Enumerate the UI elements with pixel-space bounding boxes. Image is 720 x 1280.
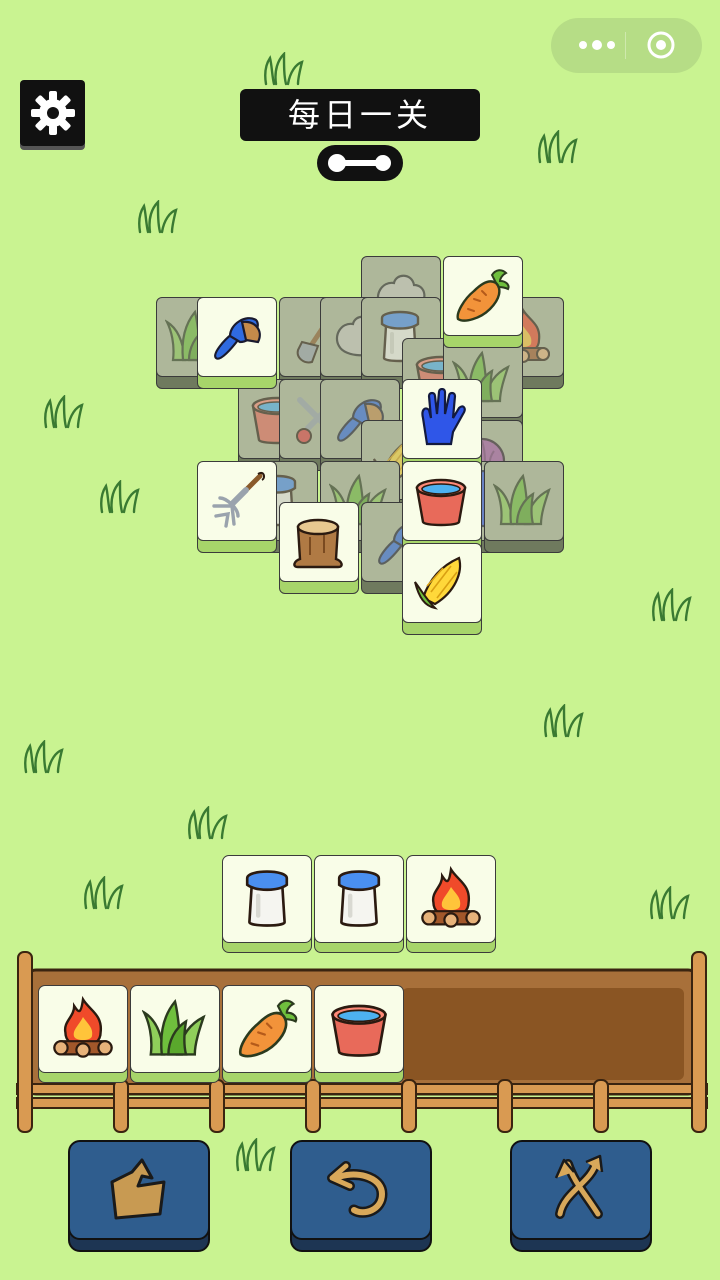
- staging-tile: [406, 855, 496, 953]
- carrot-icon: [234, 995, 300, 1061]
- target-circle-icon[interactable]: [646, 30, 676, 60]
- grass-decoration-icon: [134, 200, 188, 234]
- capsule-divider: [625, 32, 626, 59]
- grass-decoration-icon: [232, 1138, 286, 1172]
- page-title: 每日一关: [240, 89, 480, 141]
- carrot-icon: [452, 265, 512, 325]
- board-tile[interactable]: [402, 379, 482, 471]
- grass-icon: [493, 470, 553, 530]
- grass-decoration-icon: [540, 704, 594, 738]
- campfire-icon: [418, 865, 484, 931]
- tray-tile: [222, 985, 312, 1083]
- grass-decoration-icon: [20, 740, 74, 774]
- tray-tile: [314, 985, 404, 1083]
- settings-button[interactable]: [20, 80, 85, 146]
- board-tile[interactable]: [443, 256, 523, 348]
- brush-icon: [206, 306, 266, 366]
- grass-icon: [142, 995, 208, 1061]
- grass-decoration-icon: [96, 480, 150, 514]
- staging-tile: [222, 855, 312, 953]
- grass-decoration-icon: [646, 886, 700, 920]
- pitchfork-icon: [206, 470, 266, 530]
- miniprogram-capsule: [551, 18, 702, 73]
- board-tile[interactable]: [402, 461, 482, 553]
- water-bucket-icon: [326, 995, 392, 1061]
- shuffle-icon: [554, 1154, 604, 1219]
- glove-icon: [411, 388, 471, 448]
- grass-decoration-icon: [40, 395, 94, 429]
- shuffle-button[interactable]: [510, 1140, 652, 1252]
- grass-decoration-icon: [260, 52, 314, 86]
- tray-tile: [130, 985, 220, 1083]
- board-tile: [484, 461, 564, 553]
- tray-tile: [38, 985, 128, 1083]
- board-tile[interactable]: [197, 461, 277, 553]
- grass-decoration-icon: [80, 876, 134, 910]
- milk-jar-icon: [326, 865, 392, 931]
- grass-decoration-icon: [184, 806, 238, 840]
- board-tile[interactable]: [279, 502, 359, 594]
- undo-icon: [327, 1161, 388, 1218]
- undo-button[interactable]: [290, 1140, 432, 1252]
- more-dots-icon[interactable]: [573, 33, 621, 57]
- campfire-icon: [50, 995, 116, 1061]
- staging-tile: [314, 855, 404, 953]
- corn-icon: [411, 552, 471, 612]
- level-progress: [317, 145, 403, 181]
- move-out-button[interactable]: [68, 1140, 210, 1252]
- grass-decoration-icon: [648, 588, 702, 622]
- milk-jar-icon: [234, 865, 300, 931]
- tree-stump-icon: [288, 511, 348, 571]
- water-bucket-icon: [411, 470, 471, 530]
- tile-lift-icon: [110, 1158, 166, 1220]
- board-tile[interactable]: [197, 297, 277, 389]
- progress-bar-icon: [328, 154, 391, 172]
- gear-icon: [31, 91, 75, 135]
- board-tile[interactable]: [402, 543, 482, 635]
- grass-decoration-icon: [534, 130, 588, 164]
